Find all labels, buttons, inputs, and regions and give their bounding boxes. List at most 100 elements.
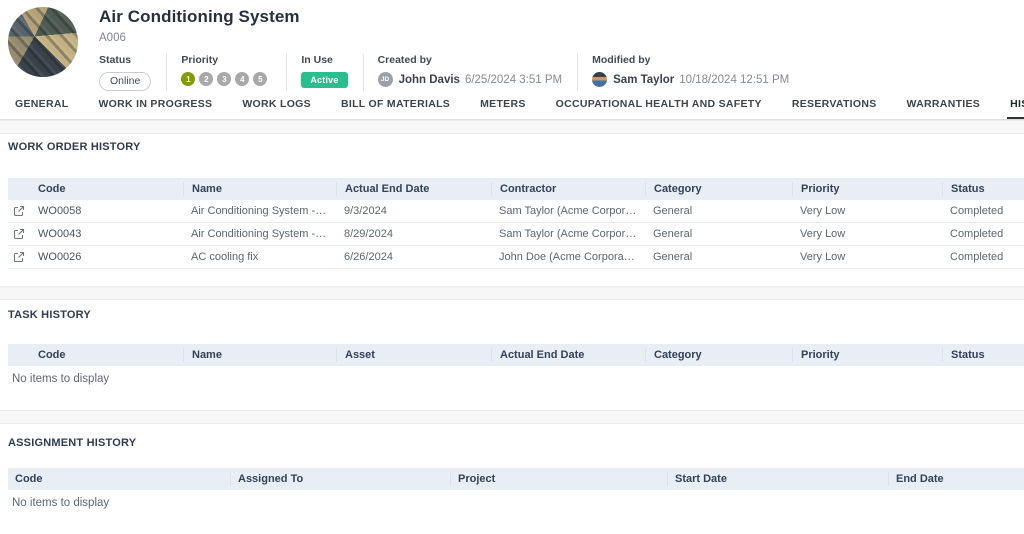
open-work-order-icon-cell <box>8 205 30 217</box>
column-header-priority: Priority <box>792 182 942 196</box>
priority-group: Priority 1 2 3 4 5 <box>181 54 287 91</box>
priority-dot-1[interactable]: 1 <box>181 72 195 86</box>
column-header-assigned-to: Assigned To <box>230 472 450 486</box>
tab-work-logs[interactable]: WORK LOGS <box>227 92 326 119</box>
created-datetime: 6/25/2024 3:51 PM <box>465 74 562 86</box>
cell-code: WO0026 <box>30 251 183 263</box>
empty-state-text: No items to display <box>12 373 1024 385</box>
cell-category: General <box>645 228 792 240</box>
table-header-row: Code Assigned To Project Start Date End … <box>8 468 1024 490</box>
column-header-name: Name <box>183 348 336 362</box>
column-header-code: Code <box>30 348 183 362</box>
priority-dot-4[interactable]: 4 <box>235 72 249 86</box>
column-header-category: Category <box>645 348 792 362</box>
cell-name: Air Conditioning System - Mont... <box>183 228 336 240</box>
task-history-table: Code Name Asset Actual End Date Category… <box>8 344 1024 366</box>
column-header-status: Status <box>942 182 1024 196</box>
cell-actual-end-date: 9/3/2024 <box>336 205 491 217</box>
status-group: Status Online <box>99 54 167 91</box>
column-header-end-date: End Date <box>888 472 1024 486</box>
section-divider <box>0 410 1024 424</box>
priority-label: Priority <box>181 54 271 66</box>
work-order-history-table: Code Name Actual End Date Contractor Cat… <box>8 178 1024 269</box>
column-header-category: Category <box>645 182 792 196</box>
column-header-status: Status <box>942 348 1024 362</box>
cell-category: General <box>645 205 792 217</box>
work-order-history-section: WORK ORDER HISTORY Code Name Actual End … <box>0 141 1024 286</box>
cell-name: Air Conditioning System - Mont... <box>183 205 336 217</box>
tab-history[interactable]: HISTORY <box>995 92 1024 119</box>
column-header-project: Project <box>450 472 667 486</box>
table-header-row: Code Name Actual End Date Contractor Cat… <box>8 178 1024 200</box>
tab-occupational-health-and-safety[interactable]: OCCUPATIONAL HEALTH AND SAFETY <box>541 92 777 119</box>
asset-photo <box>8 7 78 77</box>
asset-code: A006 <box>99 32 818 44</box>
page-title: Air Conditioning System <box>99 7 818 27</box>
priority-dot-2[interactable]: 2 <box>199 72 213 86</box>
cell-status: Completed <box>942 205 1024 217</box>
column-header-actual-end-date: Actual End Date <box>491 348 645 362</box>
modified-datetime: 10/18/2024 12:51 PM <box>679 74 789 86</box>
in-use-group: In Use Active <box>301 54 363 91</box>
tab-warranties[interactable]: WARRANTIES <box>892 92 996 119</box>
tab-general[interactable]: GENERAL <box>0 92 83 119</box>
status-badge: Online <box>99 72 151 91</box>
column-header-code: Code <box>8 472 230 486</box>
assignment-history-section: ASSIGNMENT HISTORY Code Assigned To Proj… <box>0 437 1024 534</box>
column-header-actual-end-date: Actual End Date <box>336 182 491 196</box>
column-header-name: Name <box>183 182 336 196</box>
tab-bar: GENERAL WORK IN PROGRESS WORK LOGS BILL … <box>0 93 1024 120</box>
created-by-label: Created by <box>378 54 563 66</box>
modified-by-group: Modified by Sam Taylor 10/18/2024 12:51 … <box>592 54 804 91</box>
column-header-code: Code <box>30 182 183 196</box>
tab-meters[interactable]: METERS <box>465 92 541 119</box>
external-link-icon[interactable] <box>13 251 25 263</box>
cell-category: General <box>645 251 792 263</box>
asset-meta-row: Status Online Priority 1 2 3 4 5 In Use <box>99 54 818 91</box>
table-row[interactable]: WO0043 Air Conditioning System - Mont...… <box>8 223 1024 246</box>
external-link-icon[interactable] <box>13 228 25 240</box>
column-header-start-date: Start Date <box>667 472 888 486</box>
in-use-label: In Use <box>301 54 347 66</box>
priority-dot-3[interactable]: 3 <box>217 72 231 86</box>
cell-actual-end-date: 6/26/2024 <box>336 251 491 263</box>
external-link-icon[interactable] <box>13 205 25 217</box>
cell-status: Completed <box>942 228 1024 240</box>
tab-reservations[interactable]: RESERVATIONS <box>777 92 892 119</box>
table-row[interactable]: WO0058 Air Conditioning System - Mont...… <box>8 200 1024 223</box>
icon-column-header <box>8 182 30 196</box>
creator-name: John Davis <box>399 74 460 86</box>
priority-dot-5[interactable]: 5 <box>253 72 267 86</box>
cell-actual-end-date: 8/29/2024 <box>336 228 491 240</box>
tab-work-in-progress[interactable]: WORK IN PROGRESS <box>83 92 227 119</box>
column-header-asset: Asset <box>336 348 491 362</box>
section-divider <box>0 286 1024 300</box>
open-work-order-icon-cell <box>8 251 30 263</box>
cell-contractor: Sam Taylor (Acme Corporation) <box>491 205 645 217</box>
column-header-contractor: Contractor <box>491 182 645 196</box>
assignment-history-title: ASSIGNMENT HISTORY <box>8 437 1024 451</box>
cell-priority: Very Low <box>792 251 942 263</box>
cell-contractor: Sam Taylor (Acme Corporation) <box>491 228 645 240</box>
tab-bill-of-materials[interactable]: BILL OF MATERIALS <box>326 92 465 119</box>
open-work-order-icon-cell <box>8 228 30 240</box>
assignment-history-table: Code Assigned To Project Start Date End … <box>8 468 1024 490</box>
column-header-priority: Priority <box>792 348 942 362</box>
table-header-row: Code Name Asset Actual End Date Category… <box>8 344 1024 366</box>
in-use-badge: Active <box>301 72 347 88</box>
table-row[interactable]: WO0026 AC cooling fix 6/26/2024 John Doe… <box>8 246 1024 269</box>
section-divider <box>0 120 1024 134</box>
created-by-group: Created by JD John Davis 6/25/2024 3:51 … <box>378 54 579 91</box>
modified-by-label: Modified by <box>592 54 789 66</box>
cell-name: AC cooling fix <box>183 251 336 263</box>
icon-column-header <box>8 348 30 362</box>
cell-code: WO0058 <box>30 205 183 217</box>
task-history-title: TASK HISTORY <box>8 309 1024 323</box>
creator-avatar: JD <box>378 72 393 87</box>
modifier-name: Sam Taylor <box>613 74 674 86</box>
status-label: Status <box>99 54 151 66</box>
cell-priority: Very Low <box>792 205 942 217</box>
empty-state-text: No items to display <box>12 497 1024 509</box>
cell-priority: Very Low <box>792 228 942 240</box>
cell-code: WO0043 <box>30 228 183 240</box>
